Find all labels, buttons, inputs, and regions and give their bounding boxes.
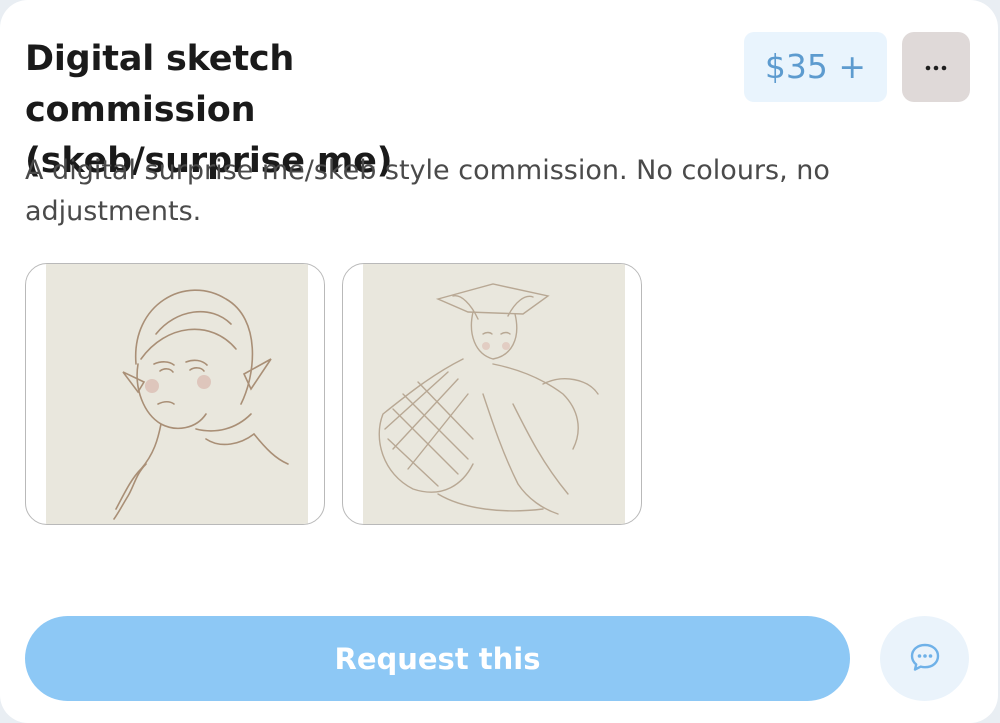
chat-bubble-icon: [909, 642, 941, 675]
request-button[interactable]: Request this: [25, 616, 850, 701]
price-badge: $35 +: [744, 32, 887, 102]
chat-button[interactable]: [880, 616, 969, 701]
commission-card: Digital sketch commission (skeb/surprise…: [0, 0, 998, 723]
example-image-portrait[interactable]: [25, 263, 325, 525]
example-image-full-figure[interactable]: [342, 263, 642, 525]
commission-description: A digital surprise me/skeb style commiss…: [25, 155, 830, 227]
more-horizontal-icon: [924, 60, 948, 75]
more-options-button[interactable]: [902, 32, 970, 102]
